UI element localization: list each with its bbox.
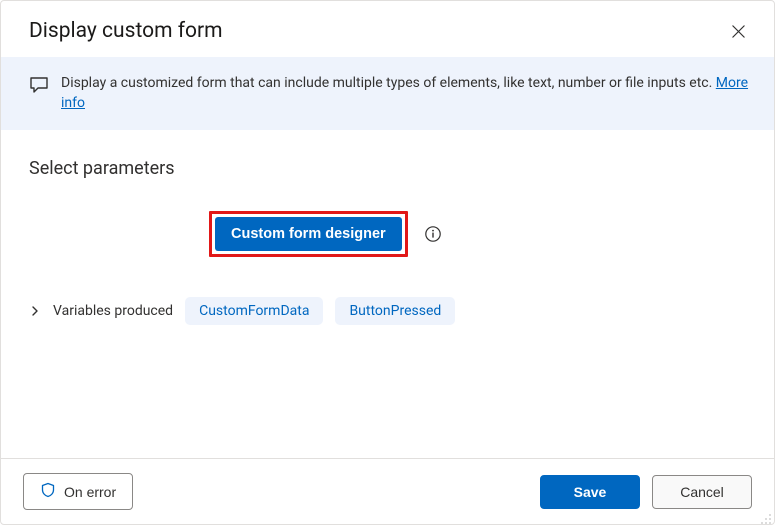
- close-icon: [731, 27, 746, 42]
- resize-grip-icon[interactable]: [760, 510, 772, 522]
- designer-info-button[interactable]: [422, 223, 444, 245]
- variable-pill-customformdata[interactable]: CustomFormData: [185, 297, 323, 325]
- info-icon: [424, 231, 442, 246]
- dialog-footer: On error Save Cancel: [1, 458, 774, 524]
- highlight-frame: Custom form designer: [209, 211, 408, 257]
- chevron-right-icon: [29, 305, 41, 317]
- variables-expand-toggle[interactable]: [29, 305, 41, 317]
- variables-produced-row: Variables produced CustomFormData Button…: [29, 297, 746, 325]
- shield-icon: [40, 482, 56, 501]
- custom-form-designer-button[interactable]: Custom form designer: [215, 217, 402, 251]
- on-error-button[interactable]: On error: [23, 473, 133, 510]
- variables-produced-label: Variables produced: [53, 303, 173, 319]
- info-banner-text: Display a customized form that can inclu…: [61, 73, 750, 114]
- comment-icon: [29, 75, 49, 99]
- info-banner-message: Display a customized form that can inclu…: [61, 75, 716, 91]
- info-banner: Display a customized form that can inclu…: [1, 57, 774, 130]
- dialog-title: Display custom form: [29, 19, 223, 43]
- on-error-label: On error: [64, 484, 116, 500]
- close-button[interactable]: [727, 20, 750, 43]
- variable-pill-buttonpressed[interactable]: ButtonPressed: [335, 297, 455, 325]
- dialog-display-custom-form: Display custom form Display a customized…: [0, 0, 775, 525]
- dialog-body: Select parameters Custom form designer V…: [1, 130, 774, 458]
- designer-row: Custom form designer: [209, 211, 746, 257]
- dialog-header: Display custom form: [1, 1, 774, 57]
- section-heading: Select parameters: [29, 158, 746, 179]
- cancel-button[interactable]: Cancel: [652, 475, 752, 509]
- save-button[interactable]: Save: [540, 475, 640, 509]
- footer-actions: Save Cancel: [540, 475, 752, 509]
